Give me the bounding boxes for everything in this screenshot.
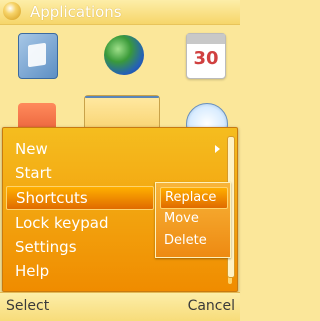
document-app-icon[interactable] [85,96,159,98]
title-bar: Applications [0,0,240,25]
page-title: Applications [30,3,122,21]
softkey-bar: Select Cancel [0,292,240,321]
grid-tile[interactable] [0,25,72,85]
submenu-item-label: Move [164,211,199,226]
menu-item-help[interactable]: Help [6,260,228,282]
menu-item-label: Shortcuts [16,189,88,207]
shortcuts-submenu: Replace Move Delete [155,182,231,258]
chevron-right-icon [215,145,220,153]
menu-item-shortcuts[interactable]: Shortcuts [6,186,154,210]
submenu-item-move[interactable]: Move [160,209,226,229]
submenu-item-replace[interactable]: Replace [160,187,228,209]
calendar-day: 30 [193,48,219,69]
cancel-softkey[interactable]: Cancel [188,298,235,314]
menu-item-label: Lock keypad [15,214,109,232]
menu-item-label: Start [15,164,52,182]
calendar-app-icon[interactable]: 30 [186,33,226,79]
select-softkey[interactable]: Select [6,298,49,314]
menu-item-new[interactable]: New [6,138,228,160]
submenu-item-label: Replace [165,190,217,205]
submenu-item-label: Delete [164,233,207,248]
menu-item-label: Help [15,262,50,280]
submenu-item-delete[interactable]: Delete [160,231,226,251]
app-grid: 30 [0,25,240,153]
folder-app-icon[interactable] [18,33,58,79]
menu-item-label: New [15,140,48,158]
menu-item-label: Settings [15,238,77,256]
grid-tile[interactable] [84,25,156,85]
grid-tile[interactable]: 30 [168,25,240,85]
app-glyph-icon [3,2,21,20]
menu-item-start[interactable]: Start [6,162,228,184]
calendar-header [187,34,225,44]
globe-app-icon[interactable] [104,35,144,75]
